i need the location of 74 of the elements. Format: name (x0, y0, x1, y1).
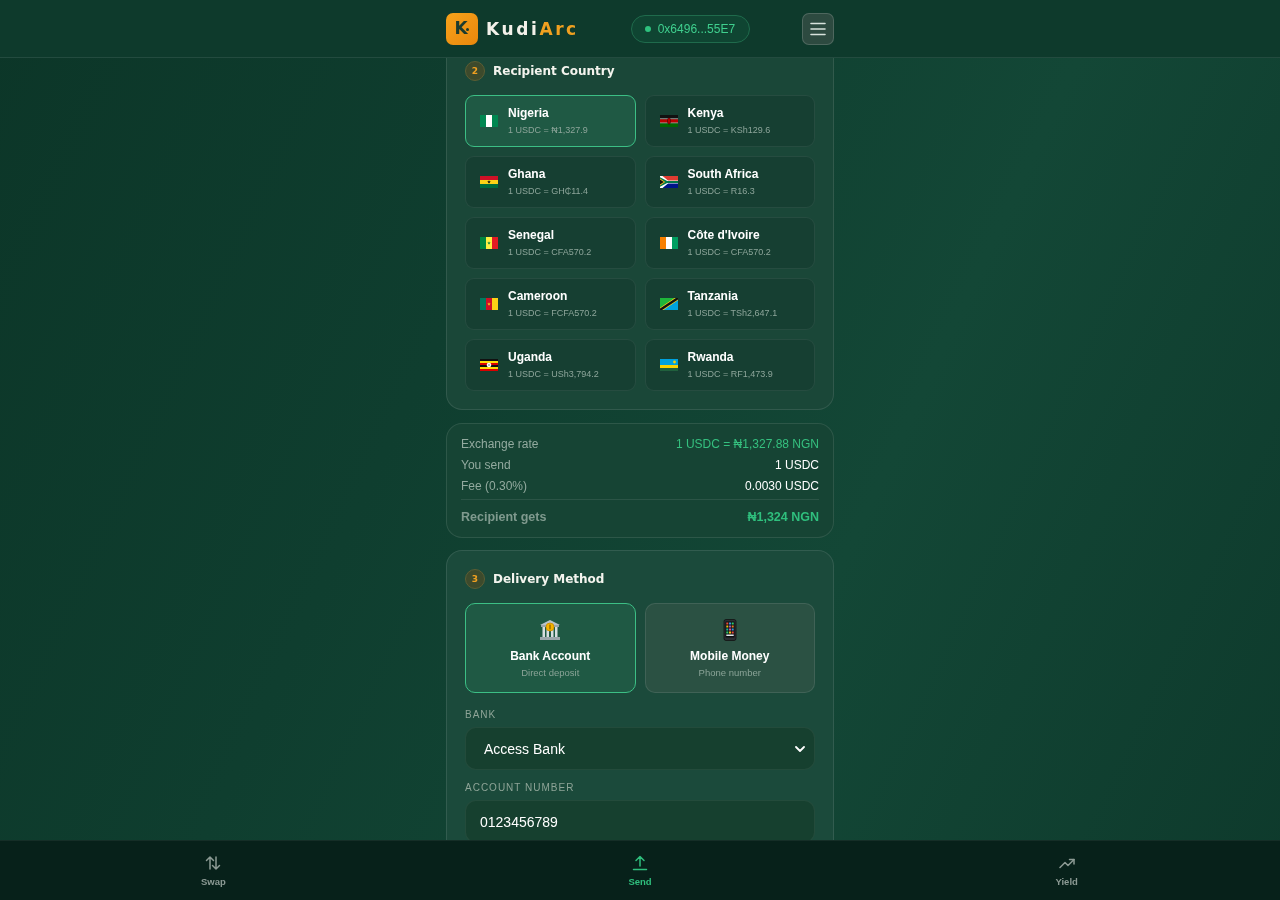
bank-building-icon (539, 619, 562, 641)
exchange-rate-text: 1 USDC = CFA570.2 (508, 246, 592, 258)
option-title: Mobile Money (690, 649, 770, 664)
country-option[interactable]: Côte d'Ivoire 1 USDC = CFA570.2 (644, 217, 815, 269)
flag-icon (480, 237, 498, 249)
flag-icon (659, 359, 678, 371)
summary-value: 1 USDC (775, 457, 819, 472)
step-number: 2 (465, 61, 485, 81)
country-name: Senegal (508, 228, 555, 243)
country-option[interactable]: Ghana 1 USDC = GH₵11.4 (465, 156, 636, 208)
brand-name: KudiArc (486, 17, 579, 40)
flag-icon (480, 298, 498, 310)
exchange-rate-text: 1 USDC = FCFA570.2 (508, 307, 597, 319)
total-label: Recipient gets (461, 510, 547, 524)
country-option[interactable]: Senegal 1 USDC = CFA570.2 (465, 217, 636, 269)
delivery-option[interactable]: Bank Account Direct deposit (465, 603, 636, 693)
field-label: BANK (465, 709, 498, 721)
nav-tab[interactable]: Send (624, 841, 656, 900)
exchange-rate-text: 1 USDC = USh3,794.2 (508, 368, 599, 380)
flag-icon (480, 359, 498, 371)
country-option[interactable]: Rwanda 1 USDC = RF1,473.9 (644, 339, 815, 391)
country-option[interactable]: South Africa 1 USDC = R16.3 (644, 156, 815, 208)
exchange-rate-text: 1 USDC = RF1,473.9 (687, 368, 773, 380)
logo-mark: K (446, 12, 478, 45)
country-name: Ghana (508, 167, 546, 182)
exchange-rate-text: 1 USDC = ₦1,327.9 (508, 124, 588, 136)
wallet-address-button[interactable]: 0x6496...55E7 (630, 14, 751, 43)
flag-icon (659, 176, 678, 188)
exchange-rate-text: 1 USDC = GH₵11.4 (508, 185, 589, 197)
country-name: Cameroon (508, 289, 568, 304)
flag-icon (480, 115, 498, 127)
field-label: ACCOUNT NUMBER (465, 782, 576, 794)
summary-value: 0.0030 USDC (744, 478, 819, 493)
step-number: 3 (465, 569, 485, 589)
total-value: ₦1,324 NGN (747, 510, 819, 524)
country-name: South Africa (687, 167, 759, 182)
option-subtitle: Direct deposit (521, 666, 580, 679)
option-subtitle: Phone number (698, 666, 761, 679)
flag-icon (659, 115, 678, 127)
nav-tab[interactable]: Swap (196, 841, 230, 900)
section-title: Recipient Country (493, 64, 615, 78)
country-option[interactable]: Tanzania 1 USDC = TSh2,647.1 (644, 278, 815, 330)
select-field[interactable]: Access Bank (465, 727, 815, 770)
nav-tab[interactable]: Yield (1051, 841, 1082, 900)
country-name: Kenya (687, 106, 724, 121)
exchange-rate-text: 1 USDC = CFA570.2 (687, 246, 771, 258)
country-name: Tanzania (687, 289, 738, 304)
swap-arrows-icon (205, 855, 222, 871)
flag-icon (659, 298, 678, 310)
summary-value: 1 USDC = ₦1,327.88 NGN (675, 436, 819, 451)
section-title: Delivery Method (493, 572, 605, 586)
menu-icon (810, 21, 826, 36)
country-option[interactable]: Cameroon 1 USDC = FCFA570.2 (465, 278, 636, 330)
option-title: Bank Account (510, 649, 591, 664)
flag-icon (659, 237, 678, 249)
country-option[interactable]: Uganda 1 USDC = USh3,794.2 (465, 339, 636, 391)
summary-label: Exchange rate (461, 436, 539, 451)
menu-button[interactable] (802, 12, 834, 45)
exchange-rate-text: 1 USDC = TSh2,647.1 (687, 307, 778, 319)
country-option[interactable]: Kenya 1 USDC = KSh129.6 (644, 95, 815, 147)
delivery-option[interactable]: Mobile Money Phone number (644, 603, 815, 693)
country-name: Côte d'Ivoire (687, 228, 760, 243)
flag-icon (480, 176, 498, 188)
summary-label: You send (461, 457, 511, 472)
exchange-rate-text: 1 USDC = R16.3 (687, 185, 755, 197)
chevron-down-icon (795, 745, 805, 752)
country-name: Nigeria (508, 106, 549, 121)
input-field[interactable]: 0123456789 (465, 800, 815, 840)
country-name: Uganda (508, 350, 552, 365)
upload-icon (632, 855, 648, 871)
exchange-rate-text: 1 USDC = KSh129.6 (687, 124, 771, 136)
summary-label: Fee (0.30%) (461, 478, 528, 493)
country-name: Rwanda (687, 350, 734, 365)
country-option[interactable]: Nigeria 1 USDC = ₦1,327.9 (465, 95, 636, 147)
